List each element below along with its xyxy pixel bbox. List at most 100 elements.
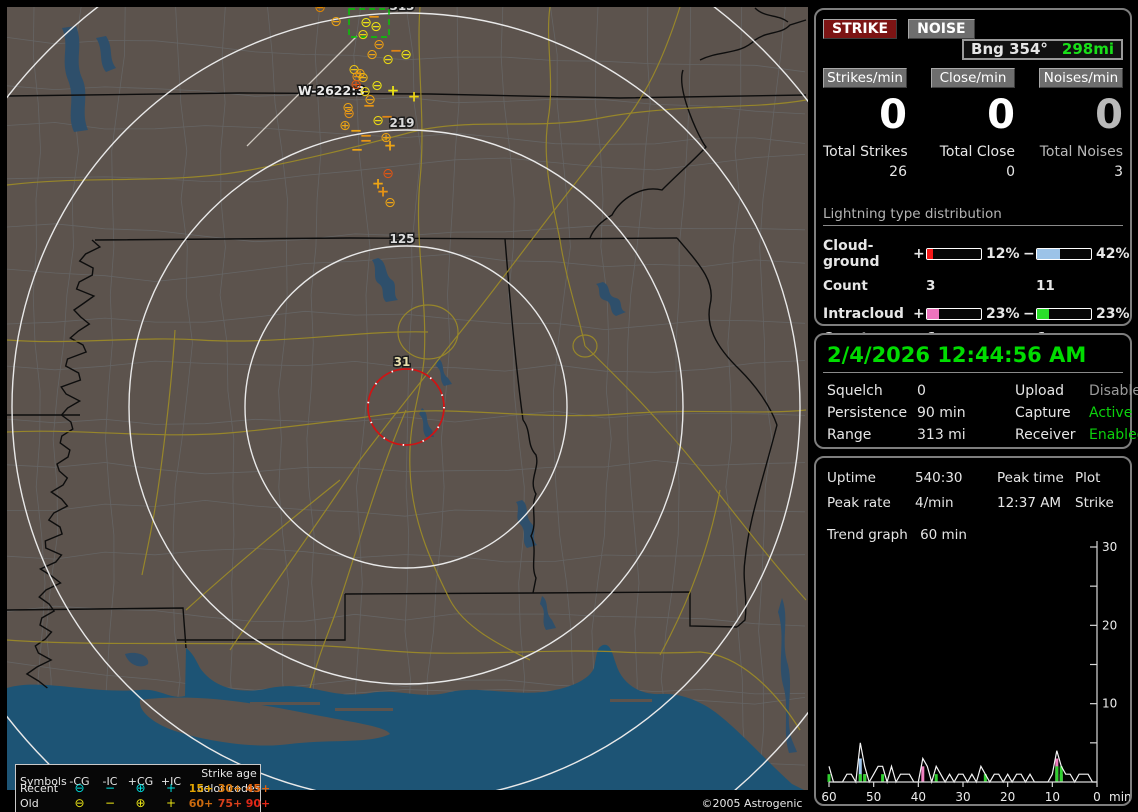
plus-sign: + — [913, 246, 925, 262]
setting-v2: Active — [1089, 405, 1133, 421]
strike-mode-button[interactable]: STRIKE — [823, 19, 898, 39]
setting-v1: 313 mi — [917, 427, 966, 443]
neg-percentage-bar — [1036, 308, 1092, 320]
strike-statistics-section: STRIKE NOISE Bng 354° 298mi Strikes/min 0… — [814, 8, 1132, 346]
setting-l1: Persistence — [827, 405, 908, 421]
svg-text:⊖: ⊖ — [314, 7, 326, 16]
ic-positive-icon: + — [165, 796, 177, 810]
stat-c2: 4/min — [915, 495, 954, 511]
pos-percentage-bar — [926, 248, 982, 260]
map-panel[interactable]: 31125219313 W-2622:3 ⊖⊖⊖⊖⊖−⊖−⊖⊖⊖⊖⊕⊖⊖⊕⊖⊖+… — [7, 7, 814, 812]
svg-text:⊖: ⊖ — [330, 14, 342, 30]
total-strikes-value: 26 — [889, 164, 907, 180]
strikes-counter: Strikes/min 0 Total Strikes 26 — [823, 67, 908, 180]
svg-text:10: 10 — [1045, 790, 1060, 804]
age-code: 45+ — [245, 782, 271, 795]
svg-text:+: + — [408, 88, 421, 106]
pos-percentage: 12% — [986, 246, 1020, 262]
setting-l2: Capture — [1015, 405, 1071, 421]
ic-negative-icon: − — [104, 796, 116, 810]
svg-text:50: 50 — [866, 790, 881, 804]
legend-row-label: Old — [20, 797, 39, 810]
strike-legend: Symbols -CG -IC +CG +IC Strike age color… — [15, 764, 270, 812]
svg-text:−: − — [381, 108, 394, 126]
close-per-min-value: 0 — [987, 92, 1015, 138]
svg-text:+: + — [384, 137, 397, 155]
svg-text:⊖: ⊖ — [400, 47, 412, 63]
trend-section: Uptime 540:30 Peak time Plot Peak rate 4/min 1… — [814, 456, 1132, 806]
neg-percentage-bar — [1036, 248, 1092, 260]
svg-text:⊖: ⊖ — [382, 52, 394, 68]
cg-positive-icon: ⊕ — [135, 781, 146, 795]
bearing-display: Bng 354° 298mi — [962, 39, 1123, 60]
cloud-ground-row: Cloud-ground + 12% − 42% — [823, 238, 1130, 270]
svg-text:30: 30 — [955, 790, 970, 804]
svg-text:0: 0 — [1093, 790, 1101, 804]
svg-text:20: 20 — [1102, 618, 1117, 632]
setting-v1: 90 min — [917, 405, 966, 421]
pos-count: 3 — [926, 278, 936, 294]
cg-negative-icon: ⊖ — [74, 796, 85, 810]
datetime-display: 2/4/2026 12:44:56 AM — [823, 342, 1123, 373]
noise-mode-button[interactable]: NOISE — [908, 19, 975, 39]
status-section: 2/4/2026 12:44:56 AM Squelch 0 Upload Disab… — [814, 333, 1138, 449]
total-close-label: Total Close — [939, 144, 1015, 160]
noises-counter: Noises/min 0 Total Noises 3 — [1039, 67, 1123, 180]
setting-l1: Range — [827, 427, 872, 443]
setting-v2: Disabled — [1089, 383, 1138, 399]
minus-sign: − — [1023, 306, 1035, 322]
setting-l1: Squelch — [827, 383, 883, 399]
stat-c3: Peak time — [997, 470, 1064, 486]
svg-text:−: − — [351, 141, 364, 159]
copyright: ©2005 Astrogenic Systems — [690, 795, 814, 812]
strikes-per-min-label: Strikes/min — [823, 68, 907, 88]
strikes-per-min-value: 0 — [879, 92, 907, 138]
age-code: 90+ — [245, 797, 271, 810]
svg-text:⊖: ⊖ — [357, 27, 369, 43]
stat-c1: Peak rate — [827, 495, 891, 511]
svg-text:31: 31 — [394, 355, 411, 369]
minus-sign: − — [1023, 246, 1035, 262]
distribution-title: Lightning type distribution — [823, 206, 1123, 226]
total-close-value: 0 — [1006, 164, 1015, 180]
trend-graph: 10 20 30 60 50 40 30 20 10 0 min — [821, 540, 1130, 804]
setting-v1: 0 — [917, 383, 926, 399]
svg-text:40: 40 — [911, 790, 926, 804]
total-noises-label: Total Noises — [1039, 144, 1123, 160]
stat-c4: Plot — [1075, 470, 1101, 486]
noises-per-min-value: 0 — [1095, 92, 1123, 138]
stats-grid: Uptime 540:30 Peak time Plot Peak rate 4/min 1… — [823, 465, 1123, 511]
legend-row-label: Recent — [20, 782, 59, 795]
stat-c4: Strike — [1075, 495, 1114, 511]
count-label: Count — [823, 278, 868, 294]
setting-l2: Receiver — [1015, 427, 1076, 443]
total-strikes-label: Total Strikes — [823, 144, 908, 160]
close-counter: Close/min 0 Total Close 0 — [931, 67, 1015, 180]
svg-text:min: min — [1109, 790, 1130, 804]
svg-text:⊖: ⊖ — [366, 47, 378, 63]
neg-percentage: 23% — [1096, 306, 1130, 322]
cg-negative-icon: ⊖ — [74, 781, 85, 795]
svg-text:313: 313 — [389, 7, 414, 13]
svg-text:10: 10 — [1102, 697, 1117, 711]
age-code: 30+ — [217, 782, 243, 795]
age-code: 15+ — [188, 782, 214, 795]
svg-text:+: + — [387, 82, 400, 100]
type-name: Intracloud — [823, 306, 904, 322]
ic-positive-icon: + — [165, 781, 177, 795]
noises-per-min-label: Noises/min — [1039, 68, 1123, 88]
close-per-min-label: Close/min — [931, 68, 1015, 88]
cg-positive-icon: ⊕ — [135, 796, 146, 810]
bearing-label: Bng 354° — [971, 40, 1048, 58]
svg-text:60: 60 — [821, 790, 836, 804]
lightning-map[interactable]: 31125219313 W-2622:3 ⊖⊖⊖⊖⊖−⊖−⊖⊖⊖⊖⊕⊖⊖⊕⊖⊖+… — [7, 7, 808, 790]
setting-v2: Enabled — [1089, 427, 1138, 443]
legend-row-old: Old ⊖ − ⊕ + 60+ 75+ 90+ — [20, 796, 270, 811]
stat-c1: Uptime — [827, 470, 876, 486]
svg-text:20: 20 — [1000, 790, 1015, 804]
neg-count: 11 — [1036, 278, 1055, 294]
pos-percentage-bar — [926, 308, 982, 320]
legend-row-recent: Recent ⊖ − ⊕ + 15+ 30+ 45+ — [20, 781, 270, 796]
stat-c3: 12:37 AM — [997, 495, 1062, 511]
cloud-ground-count-row: Count 3 11 — [823, 278, 1123, 294]
